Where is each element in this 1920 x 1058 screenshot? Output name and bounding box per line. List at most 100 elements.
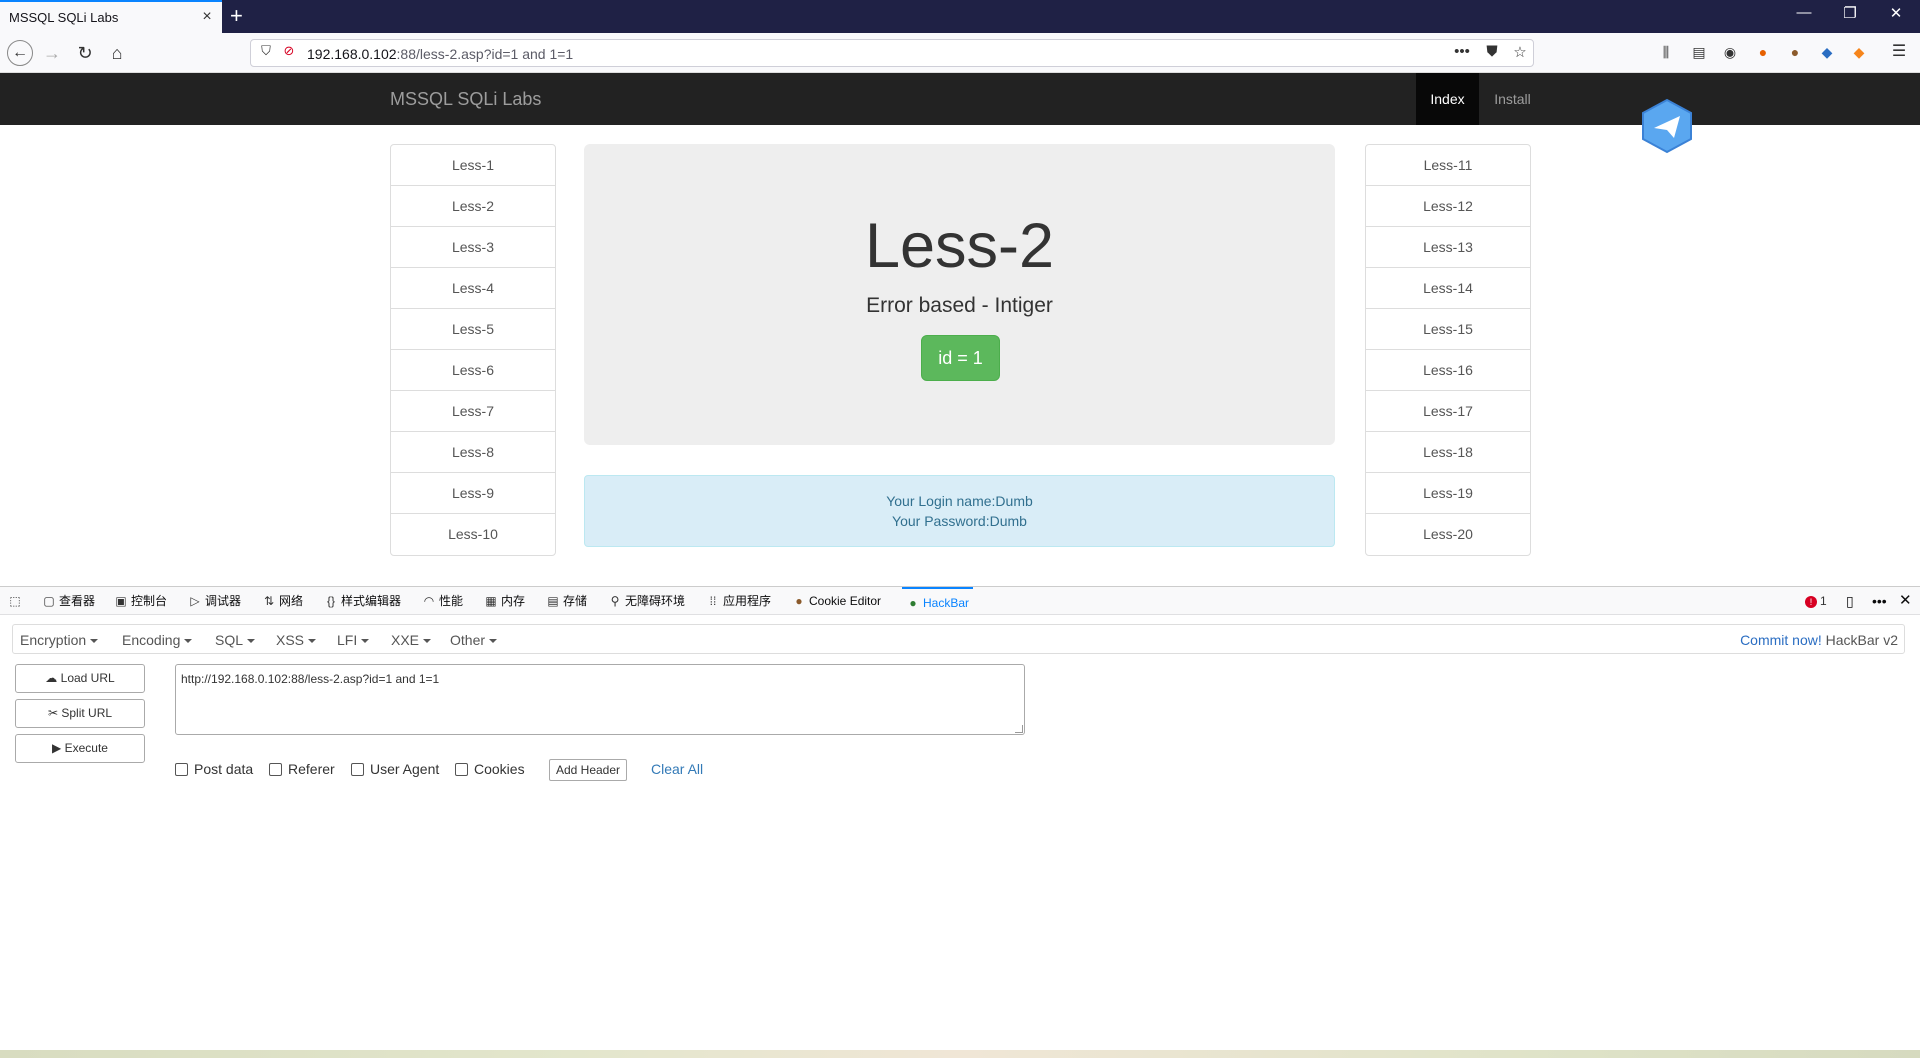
tab-label: 应用程序 (723, 594, 772, 608)
menu-xxe[interactable]: XXE (391, 632, 432, 648)
menu-encryption[interactable]: Encryption (20, 632, 99, 648)
element-picker-icon[interactable]: ⬚ (8, 587, 25, 615)
menu-lfi[interactable]: LFI (337, 632, 370, 648)
tab-console[interactable]: ▣ 控制台 (114, 587, 167, 615)
checkbox[interactable] (269, 763, 282, 776)
lesson-link[interactable]: Less-13 (1366, 227, 1530, 268)
id-button[interactable]: id = 1 (921, 335, 1000, 381)
menu-label: XXE (391, 632, 420, 648)
network-icon: ⇅ (263, 594, 275, 608)
lesson-link[interactable]: Less-9 (391, 473, 555, 514)
lesson-link[interactable]: Less-20 (1366, 514, 1530, 555)
tab-debugger[interactable]: ▷ 调试器 (188, 587, 241, 615)
url-text[interactable]: 192.168.0.102:88/less-2.asp?id=1 and 1=1 (307, 46, 573, 62)
lesson-link[interactable]: Less-3 (391, 227, 555, 268)
cookies-checkbox[interactable]: Cookies (455, 761, 525, 777)
lesson-link[interactable]: Less-1 (391, 145, 555, 186)
close-tab-icon[interactable]: × (198, 8, 216, 26)
shield-icon[interactable]: ⛉ (255, 43, 277, 59)
options-icon[interactable]: ••• (1872, 587, 1887, 615)
bird-extension-icon[interactable] (1640, 98, 1694, 154)
url-path: :88/less-2.asp?id=1 and 1=1 (396, 46, 574, 62)
split-url-button[interactable]: ✂ Split URL (15, 699, 145, 728)
checkbox[interactable] (175, 763, 188, 776)
tab-cookie-editor[interactable]: ● Cookie Editor (792, 587, 881, 615)
lesson-link[interactable]: Less-11 (1366, 145, 1530, 186)
tab-hackbar[interactable]: ● HackBar (902, 587, 974, 615)
lesson-link[interactable]: Less-17 (1366, 391, 1530, 432)
lesson-link[interactable]: Less-12 (1366, 186, 1530, 227)
error-count[interactable]: ! 1 (1805, 594, 1827, 608)
url-bar[interactable]: ⛉ ⊘ 192.168.0.102:88/less-2.asp?id=1 and… (250, 39, 1534, 67)
home-icon[interactable]: ⌂ (105, 41, 129, 65)
tab-performance[interactable]: ◠ 性能 (422, 587, 463, 615)
restore-icon[interactable]: ❐ (1838, 4, 1862, 22)
referer-checkbox[interactable]: Referer (269, 761, 335, 777)
more-actions-icon[interactable]: ••• (1451, 43, 1473, 60)
bookmark-star-icon[interactable]: ☆ (1509, 43, 1531, 61)
menu-sql[interactable]: SQL (215, 632, 256, 648)
tab-memory[interactable]: ▦ 内存 (484, 587, 525, 615)
tab-inspector[interactable]: ▢ 查看器 (42, 587, 95, 615)
translate-icon[interactable]: ◆ (1816, 41, 1838, 63)
dock-icon[interactable]: ▯ (1846, 587, 1854, 615)
lesson-link[interactable]: Less-4 (391, 268, 555, 309)
tab-accessibility[interactable]: ⚲ 无障碍环境 (608, 587, 685, 615)
lesson-link[interactable]: Less-5 (391, 309, 555, 350)
nav-install[interactable]: Install (1479, 73, 1546, 125)
library-icon[interactable]: ⫼ (1655, 41, 1677, 63)
menu-xss[interactable]: XSS (276, 632, 317, 648)
cookie-extension-icon[interactable]: ● (1784, 41, 1806, 63)
lesson-link[interactable]: Less-10 (391, 514, 555, 555)
load-url-button[interactable]: ☁ Load URL (15, 664, 145, 693)
forward-icon[interactable]: → (40, 41, 64, 65)
clear-all-link[interactable]: Clear All (651, 761, 703, 777)
hackbar-version: HackBar v2 (1825, 632, 1898, 648)
pocket-icon[interactable]: ⛊ (1481, 43, 1503, 60)
menu-icon[interactable]: ☰ (1888, 41, 1910, 63)
menu-encoding[interactable]: Encoding (122, 632, 193, 648)
insecure-lock-icon[interactable]: ⊘ (278, 43, 300, 59)
account-icon[interactable]: ◉ (1719, 41, 1741, 63)
tab-label: 存储 (563, 594, 588, 608)
post-data-checkbox[interactable]: Post data (175, 761, 253, 777)
lesson-link[interactable]: Less-16 (1366, 350, 1530, 391)
lesson-link[interactable]: Less-7 (391, 391, 555, 432)
close-devtools-icon[interactable]: ✕ (1899, 587, 1912, 615)
tab-storage[interactable]: ▤ 存储 (546, 587, 587, 615)
lesson-link[interactable]: Less-14 (1366, 268, 1530, 309)
reload-icon[interactable]: ↻ (73, 41, 97, 65)
tab-application[interactable]: ⁞⁞ 应用程序 (706, 587, 771, 615)
metamask-icon[interactable]: ◆ (1848, 41, 1870, 63)
site-brand[interactable]: MSSQL SQLi Labs (390, 89, 541, 110)
back-icon[interactable]: ← (7, 40, 33, 66)
lesson-link[interactable]: Less-18 (1366, 432, 1530, 473)
lesson-subtitle: Error based - Intiger (866, 294, 1053, 317)
error-icon: ! (1805, 596, 1817, 608)
user-agent-checkbox[interactable]: User Agent (351, 761, 439, 777)
browser-tab[interactable]: MSSQL SQLi Labs × (0, 0, 222, 33)
extension-icon[interactable]: ● (1752, 41, 1774, 63)
lesson-link[interactable]: Less-15 (1366, 309, 1530, 350)
hackbar-url-textarea[interactable]: http://192.168.0.102:88/less-2.asp?id=1 … (175, 664, 1025, 735)
sidebar-icon[interactable]: ▤ (1688, 41, 1710, 63)
minimize-icon[interactable]: — (1792, 4, 1816, 21)
lesson-link[interactable]: Less-8 (391, 432, 555, 473)
resize-handle-icon[interactable] (1015, 725, 1023, 733)
menu-label: Other (450, 632, 486, 648)
checkbox[interactable] (455, 763, 468, 776)
nav-index[interactable]: Index (1416, 73, 1479, 125)
tab-style-editor[interactable]: {} 样式编辑器 (324, 587, 401, 615)
menu-label: Encryption (20, 632, 87, 648)
execute-button[interactable]: ▶ Execute (15, 734, 145, 763)
add-header-button[interactable]: Add Header (549, 759, 627, 781)
window-close-icon[interactable]: ✕ (1884, 4, 1908, 22)
menu-other[interactable]: Other (450, 632, 498, 648)
new-tab-icon[interactable]: + (230, 3, 252, 29)
tab-network[interactable]: ⇅ 网络 (262, 587, 303, 615)
lesson-link[interactable]: Less-19 (1366, 473, 1530, 514)
lesson-link[interactable]: Less-2 (391, 186, 555, 227)
checkbox[interactable] (351, 763, 364, 776)
commit-link[interactable]: Commit now! (1740, 632, 1822, 648)
lesson-link[interactable]: Less-6 (391, 350, 555, 391)
